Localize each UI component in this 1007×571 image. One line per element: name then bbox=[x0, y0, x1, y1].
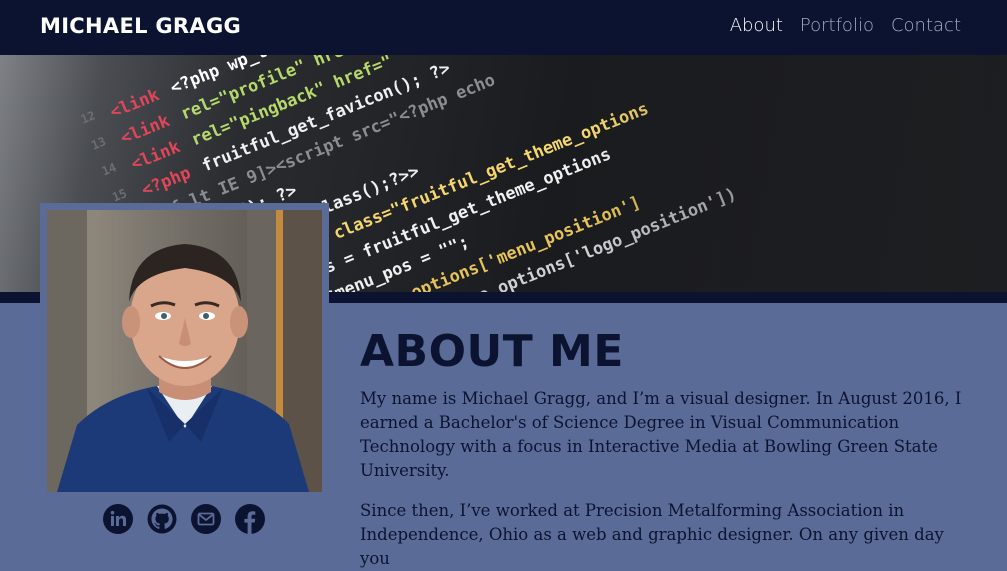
nav-link-about[interactable]: About bbox=[730, 12, 783, 40]
nav-link-contact[interactable]: Contact bbox=[891, 12, 961, 40]
hero-blur-overlay bbox=[587, 55, 1007, 293]
social-links bbox=[103, 504, 265, 534]
facebook-icon[interactable] bbox=[235, 504, 265, 534]
email-icon[interactable] bbox=[191, 504, 221, 534]
svg-text:12: 12 bbox=[79, 108, 98, 126]
svg-text:14: 14 bbox=[100, 160, 119, 178]
svg-text:15: 15 bbox=[110, 186, 129, 204]
about-heading: ABOUT ME bbox=[360, 326, 624, 377]
linkedin-icon[interactable] bbox=[103, 504, 133, 534]
svg-text:13: 13 bbox=[89, 134, 108, 152]
profile-portrait-image bbox=[47, 210, 322, 492]
github-icon[interactable] bbox=[147, 504, 177, 534]
nav-link-portfolio[interactable]: Portfolio bbox=[800, 12, 874, 40]
top-navbar: MICHAEL GRAGG About Portfolio Contact bbox=[0, 0, 1007, 55]
about-paragraph: Since then, I’ve worked at Precision Met… bbox=[360, 501, 944, 568]
nav-menu: About Portfolio Contact bbox=[730, 12, 961, 40]
about-section: ABOUT ME My name is Michael Gragg, and I… bbox=[360, 325, 970, 571]
site-brand-link[interactable]: MICHAEL GRAGG bbox=[40, 11, 241, 41]
about-paragraph: My name is Michael Gragg, and I’m a visu… bbox=[360, 389, 962, 480]
profile-photo bbox=[47, 210, 322, 492]
profile-photo-frame bbox=[40, 203, 329, 499]
